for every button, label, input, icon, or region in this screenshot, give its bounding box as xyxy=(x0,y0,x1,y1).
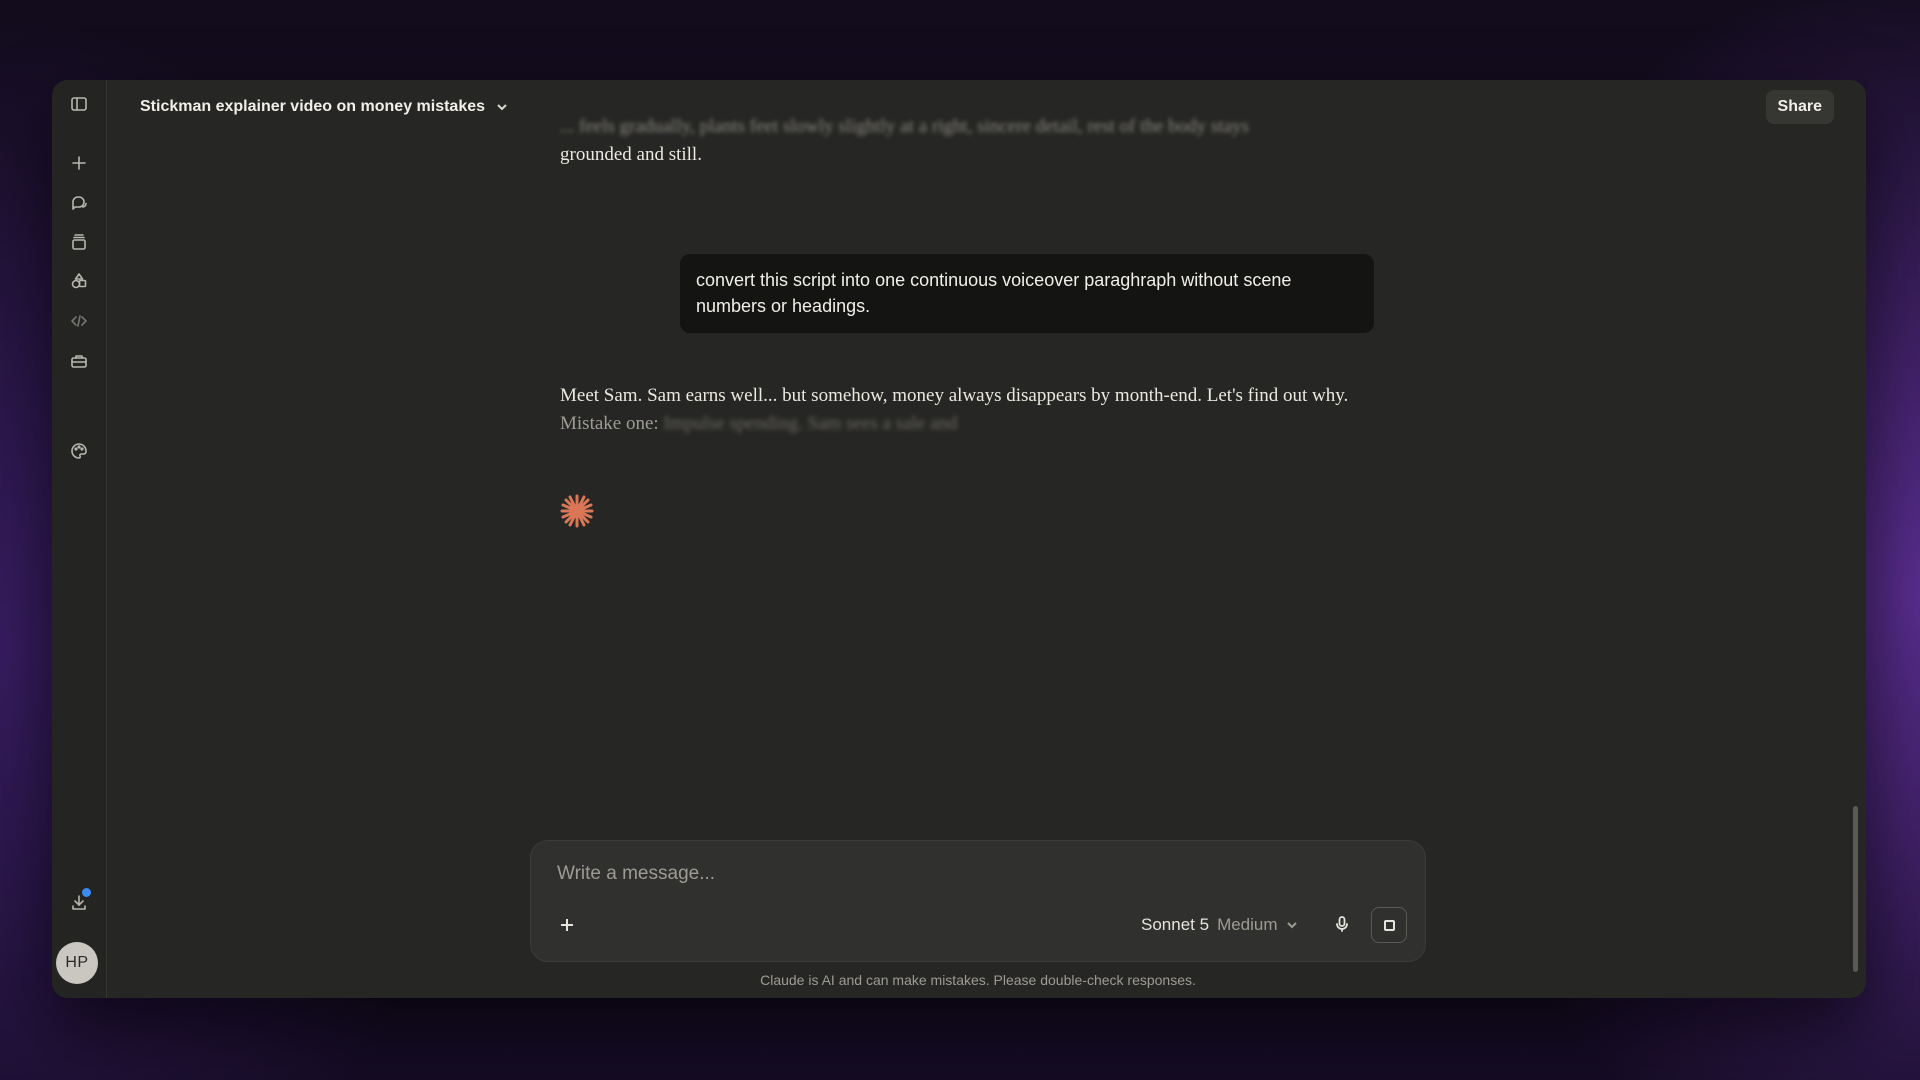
user-message: convert this script into one continuous … xyxy=(680,254,1374,333)
projects-icon[interactable] xyxy=(67,230,91,254)
stop-generation-button[interactable] xyxy=(1371,907,1407,943)
previous-message-faded: ... feels gradually, plants feet slowly … xyxy=(560,116,1249,137)
notification-dot xyxy=(82,888,91,897)
voice-input-button[interactable] xyxy=(1327,909,1357,939)
assistant-reply: Meet Sam. Sam earns well... but somehow,… xyxy=(560,382,1360,438)
new-chat-icon[interactable] xyxy=(67,151,91,175)
chats-icon[interactable] xyxy=(67,191,91,215)
sidebar: HP xyxy=(52,80,107,998)
share-button[interactable]: Share xyxy=(1765,90,1834,124)
message-input[interactable] xyxy=(555,859,1379,889)
stop-icon xyxy=(1383,919,1395,931)
avatar-initials: HP xyxy=(65,954,89,971)
chat-title: Stickman explainer video on money mistak… xyxy=(140,98,486,115)
chevron-down-icon xyxy=(497,104,507,111)
model-selector[interactable]: Sonnet 5 Medium xyxy=(1141,911,1298,939)
plus-icon xyxy=(561,919,573,931)
avatar[interactable]: HP xyxy=(56,942,98,984)
add-attachment-button[interactable] xyxy=(553,911,581,939)
sidebar-toggle-icon[interactable] xyxy=(67,92,91,116)
app-window: HP Stickman explainer video on money mis… xyxy=(52,80,1866,998)
share-label: Share xyxy=(1777,98,1822,115)
palette-icon[interactable] xyxy=(67,439,91,463)
code-icon[interactable] xyxy=(67,309,91,333)
scrollbar[interactable] xyxy=(1853,806,1858,972)
artifacts-icon[interactable] xyxy=(67,269,91,293)
reply-streaming-blur: Impulse spending. Sam sees a sale and xyxy=(663,413,958,434)
chevron-down-icon xyxy=(1286,922,1297,929)
model-name: Sonnet 5 xyxy=(1141,915,1210,934)
reply-streaming-text: Mistake one: xyxy=(560,413,664,434)
reply-text: Meet Sam. Sam earns well... but somehow,… xyxy=(560,385,1349,406)
claude-spark-icon xyxy=(560,494,594,528)
message-composer: Sonnet 5 Medium xyxy=(530,840,1426,962)
chat-title-dropdown[interactable]: Stickman explainer video on money mistak… xyxy=(132,92,517,122)
previous-message-tail: grounded and still. xyxy=(560,144,702,165)
user-message-text: convert this script into one continuous … xyxy=(696,270,1292,316)
model-effort: Medium xyxy=(1217,915,1278,934)
disclaimer: Claude is AI and can make mistakes. Plea… xyxy=(760,972,1196,988)
microphone-icon xyxy=(1336,916,1348,932)
toolbox-icon[interactable] xyxy=(67,349,91,373)
